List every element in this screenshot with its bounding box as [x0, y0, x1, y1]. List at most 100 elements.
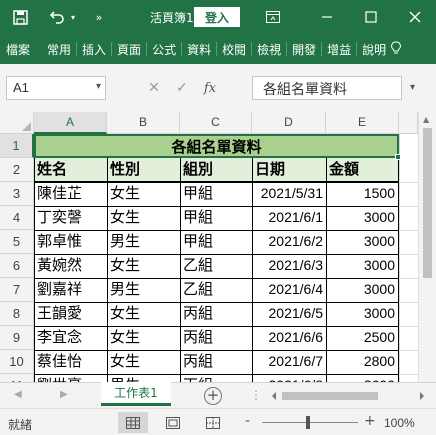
close-icon[interactable]	[404, 6, 426, 28]
header-cell-date[interactable]: 日期	[253, 158, 326, 182]
zoom-in-button[interactable]: +	[364, 413, 376, 429]
tab-file[interactable]: 檔案	[0, 41, 44, 58]
tab-home[interactable]: 常用	[44, 41, 74, 58]
table-cell[interactable]: 2021/5/31	[253, 182, 325, 206]
enter-icon[interactable]: ✓	[168, 80, 196, 96]
tab-page-layout[interactable]: 頁面	[114, 41, 144, 58]
tab-insert[interactable]: 插入	[79, 41, 109, 58]
save-icon[interactable]	[10, 7, 30, 27]
table-cell[interactable]: 王韻愛	[35, 302, 107, 326]
table-cell[interactable]: 黃婉然	[35, 254, 107, 278]
title-merged-cell[interactable]: 各組名單資料	[34, 134, 399, 158]
table-cell[interactable]: 乙組	[181, 278, 252, 302]
zoom-slider-thumb[interactable]	[306, 416, 310, 429]
table-cell[interactable]: 女生	[108, 206, 180, 230]
table-cell[interactable]: 女生	[108, 302, 180, 326]
table-cell[interactable]: 2021/6/3	[253, 254, 325, 278]
name-box[interactable]: A1 ▾	[6, 76, 106, 100]
undo-icon[interactable]	[46, 7, 68, 27]
formula-input[interactable]: 各組名單資料	[252, 76, 402, 100]
sheet-tab-1[interactable]: 工作表1	[101, 382, 171, 406]
zoom-level[interactable]: 100%	[384, 416, 415, 430]
tab-review[interactable]: 校閱	[219, 41, 249, 58]
table-cell[interactable]: 2500	[327, 326, 397, 350]
more-options-icon[interactable]: ⋮	[250, 388, 263, 402]
table-cell[interactable]: 3000	[327, 206, 397, 230]
table-cell[interactable]: 甲組	[181, 230, 252, 254]
table-cell[interactable]: 2021/6/1	[253, 206, 325, 230]
tab-formulas[interactable]: 公式	[149, 41, 179, 58]
table-cell[interactable]: 2021/6/8	[253, 374, 325, 382]
vertical-scrollbar[interactable]: ▲	[418, 112, 436, 382]
next-sheet-icon[interactable]: ▶	[60, 389, 68, 400]
login-button[interactable]: 登入	[194, 7, 240, 27]
lightbulb-icon[interactable]	[389, 41, 404, 58]
table-cell[interactable]: 1500	[327, 182, 397, 206]
scrollbar-thumb[interactable]	[423, 128, 432, 278]
table-cell[interactable]: 2021/6/7	[253, 350, 325, 374]
tab-help[interactable]: 說明	[359, 41, 389, 58]
header-cell-gender[interactable]: 性別	[108, 158, 180, 182]
zoom-slider[interactable]	[262, 422, 358, 423]
cancel-icon[interactable]: ✕	[140, 80, 168, 96]
ribbon-display-icon[interactable]	[262, 6, 284, 28]
table-cell[interactable]: 3600	[327, 374, 397, 382]
table-cell[interactable]: 3000	[327, 278, 397, 302]
table-cell[interactable]: 男生	[108, 374, 180, 382]
table-cell[interactable]: 乙組	[181, 254, 252, 278]
table-cell[interactable]: 女生	[108, 350, 180, 374]
table-cell[interactable]: 2021/6/2	[253, 230, 325, 254]
table-cell[interactable]: 女生	[108, 182, 180, 206]
table-cell[interactable]: 劉世豪	[35, 374, 107, 382]
table-cell[interactable]: 2021/6/5	[253, 302, 325, 326]
tab-data[interactable]: 資料	[184, 41, 214, 58]
page-layout-view-icon[interactable]	[158, 412, 188, 433]
table-cell[interactable]: 郭卓惟	[35, 230, 107, 254]
header-cell-amount[interactable]: 金額	[327, 158, 399, 182]
scroll-up-icon[interactable]: ▲	[423, 115, 429, 124]
table-cell[interactable]: 丙組	[181, 302, 252, 326]
spreadsheet-grid: A B C D E 1 2 3 4 5 6 7 8 9 10 11	[0, 112, 436, 382]
header-cell-group[interactable]: 組別	[181, 158, 252, 182]
table-cell[interactable]: 甲組	[181, 206, 252, 230]
table-cell[interactable]: 3000	[327, 302, 397, 326]
table-cell[interactable]: 丁奕謦	[35, 206, 107, 230]
table-cell[interactable]: 2021/6/6	[253, 326, 325, 350]
table-cell[interactable]: 女生	[108, 326, 180, 350]
maximize-icon[interactable]	[360, 6, 382, 28]
minimize-icon[interactable]	[316, 6, 338, 28]
tab-view[interactable]: 檢視	[254, 41, 284, 58]
horizontal-scrollbar[interactable]	[270, 388, 426, 404]
table-cell[interactable]: 丙組	[181, 374, 252, 382]
table-cell[interactable]: 李宜念	[35, 326, 107, 350]
table-cell[interactable]: 丙組	[181, 326, 252, 350]
table-cell[interactable]: 2021/6/4	[253, 278, 325, 302]
table-cell[interactable]: 丙組	[181, 350, 252, 374]
table-cell[interactable]: 蔡佳怡	[35, 350, 107, 374]
table-cell[interactable]: 女生	[108, 254, 180, 278]
header-cell-name[interactable]: 姓名	[35, 158, 107, 182]
status-bar: 就緒 - + 100%	[0, 408, 436, 435]
table-cell[interactable]: 3000	[327, 254, 397, 278]
more-commands-icon[interactable]: »	[92, 7, 106, 27]
fill-handle[interactable]	[395, 154, 401, 160]
table-cell[interactable]: 陳佳芷	[35, 182, 107, 206]
page-break-preview-icon[interactable]	[198, 412, 228, 433]
table-cell[interactable]: 劉嘉祥	[35, 278, 107, 302]
tab-developer[interactable]: 開發	[289, 41, 319, 58]
normal-view-icon[interactable]	[118, 412, 148, 433]
table-cell[interactable]: 男生	[108, 278, 180, 302]
prev-sheet-icon[interactable]: ◀	[14, 389, 22, 400]
ribbon-tabs: 檔案 常用 插入 頁面 公式 資料 校閱 檢視 開發 增益 說明	[0, 34, 436, 64]
table-cell[interactable]: 2800	[327, 350, 397, 374]
tab-addins[interactable]: 增益	[324, 41, 354, 58]
insert-function-icon[interactable]: fx	[196, 81, 224, 96]
undo-dropdown-icon[interactable]: ▾	[68, 7, 78, 27]
chevron-down-icon[interactable]: ▾	[96, 81, 101, 92]
expand-formula-icon[interactable]: ▾	[410, 82, 415, 93]
table-cell[interactable]: 3000	[327, 230, 397, 254]
add-sheet-button[interactable]: +	[204, 387, 222, 405]
table-cell[interactable]: 甲組	[181, 182, 252, 206]
zoom-out-button[interactable]: -	[245, 413, 250, 429]
table-cell[interactable]: 男生	[108, 230, 180, 254]
